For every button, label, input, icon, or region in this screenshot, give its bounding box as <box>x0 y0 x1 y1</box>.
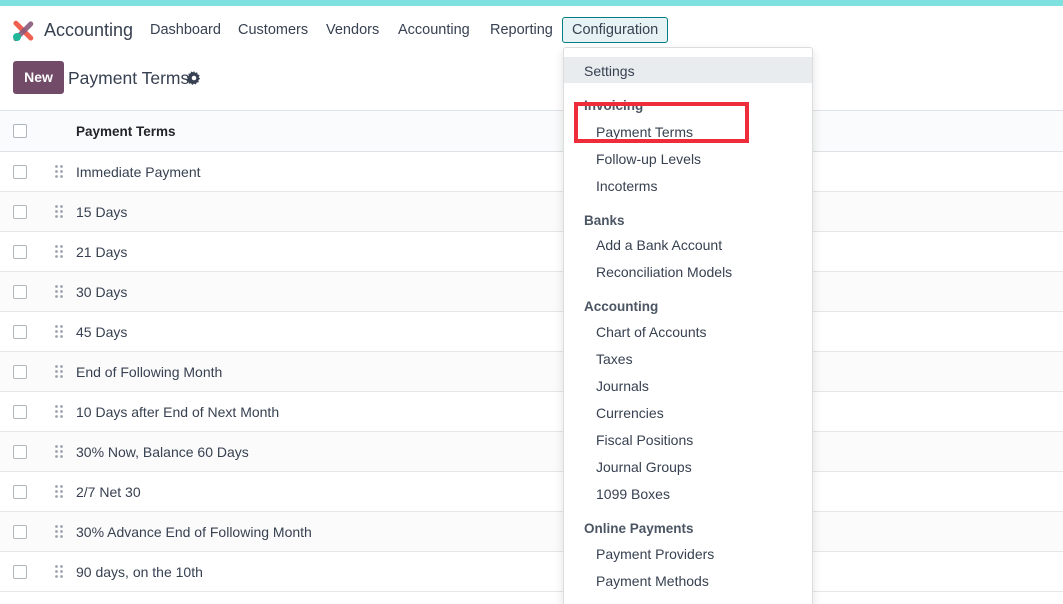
table-row[interactable]: 30 Days <box>0 272 1063 312</box>
nav-dashboard[interactable]: Dashboard <box>150 22 221 38</box>
drag-handle-icon[interactable] <box>55 205 64 218</box>
table-row[interactable]: 10 Days after End of Next Month <box>0 392 1063 432</box>
drag-handle-icon[interactable] <box>55 165 64 178</box>
column-header-payment-terms[interactable]: Payment Terms <box>76 124 176 139</box>
drag-handle-icon[interactable] <box>55 365 64 378</box>
menu-item-fiscal-positions[interactable]: Fiscal Positions <box>596 432 693 448</box>
payment-term-name[interactable]: 10 Days after End of Next Month <box>76 404 279 420</box>
row-checkbox[interactable] <box>13 205 27 219</box>
menu-item-settings[interactable]: Settings <box>564 57 812 83</box>
nav-reporting[interactable]: Reporting <box>490 22 553 38</box>
table-row[interactable]: Immediate Payment <box>0 152 1063 192</box>
menu-item-journals[interactable]: Journals <box>596 378 649 394</box>
menu-item-follow-up-levels[interactable]: Follow-up Levels <box>596 151 701 167</box>
menu-item-reconciliation-models[interactable]: Reconciliation Models <box>596 264 732 280</box>
nav-accounting[interactable]: Accounting <box>398 22 470 38</box>
row-checkbox[interactable] <box>13 245 27 259</box>
nav-customers[interactable]: Customers <box>238 22 308 38</box>
table-header: Payment Terms <box>0 111 1063 152</box>
drag-handle-icon[interactable] <box>55 325 64 338</box>
drag-handle-icon[interactable] <box>55 485 64 498</box>
menu-item-incoterms[interactable]: Incoterms <box>596 178 657 194</box>
menu-item-journal-groups[interactable]: Journal Groups <box>596 459 692 475</box>
section-header-banks: Banks <box>584 213 625 228</box>
app-name[interactable]: Accounting <box>44 20 133 41</box>
payment-term-name[interactable]: 30% Advance End of Following Month <box>76 524 312 540</box>
gear-icon[interactable] <box>187 71 201 85</box>
row-checkbox[interactable] <box>13 325 27 339</box>
payment-term-name[interactable]: 2/7 Net 30 <box>76 484 141 500</box>
select-all-checkbox[interactable] <box>13 124 27 138</box>
row-checkbox[interactable] <box>13 285 27 299</box>
drag-handle-icon[interactable] <box>55 285 64 298</box>
control-panel: New Payment Terms <box>0 54 1063 111</box>
nav-configuration[interactable]: Configuration <box>562 17 669 43</box>
table-row[interactable]: 21 Days <box>0 232 1063 272</box>
row-checkbox[interactable] <box>13 365 27 379</box>
drag-handle-icon[interactable] <box>55 245 64 258</box>
row-checkbox[interactable] <box>13 445 27 459</box>
payment-term-name[interactable]: 15 Days <box>76 204 127 220</box>
page-title[interactable]: Payment Terms <box>68 68 189 89</box>
drag-handle-icon[interactable] <box>55 405 64 418</box>
table-row[interactable]: End of Following Month <box>0 352 1063 392</box>
payment-term-name[interactable]: 30% Now, Balance 60 Days <box>76 444 249 460</box>
row-checkbox[interactable] <box>13 405 27 419</box>
payment-term-name[interactable]: 90 days, on the 10th <box>76 564 203 580</box>
table-row[interactable]: 90 days, on the 10th <box>0 552 1063 592</box>
menu-item-1099-boxes[interactable]: 1099 Boxes <box>596 486 670 502</box>
table-row[interactable]: 2/7 Net 30 <box>0 472 1063 512</box>
drag-handle-icon[interactable] <box>55 525 64 538</box>
new-button[interactable]: New <box>13 61 64 94</box>
payment-term-name[interactable]: Immediate Payment <box>76 164 201 180</box>
nav-vendors[interactable]: Vendors <box>326 22 379 38</box>
menu-item-payment-methods[interactable]: Payment Methods <box>596 573 709 589</box>
drag-handle-icon[interactable] <box>55 565 64 578</box>
drag-handle-icon[interactable] <box>55 445 64 458</box>
payment-term-name[interactable]: 45 Days <box>76 324 127 340</box>
menu-item-taxes[interactable]: Taxes <box>596 351 633 367</box>
annotation-highlight-box <box>574 102 749 143</box>
table-row[interactable]: 45 Days <box>0 312 1063 352</box>
payment-terms-table: Payment Terms Immediate Payment 15 Days 21… <box>0 111 1063 592</box>
menu-item-currencies[interactable]: Currencies <box>596 405 664 421</box>
payment-term-name[interactable]: 30 Days <box>76 284 127 300</box>
table-row[interactable]: 30% Now, Balance 60 Days <box>0 432 1063 472</box>
row-checkbox[interactable] <box>13 165 27 179</box>
payment-term-name[interactable]: End of Following Month <box>76 364 222 380</box>
row-checkbox[interactable] <box>13 485 27 499</box>
menu-item-add-bank-account[interactable]: Add a Bank Account <box>596 237 722 253</box>
table-row[interactable]: 30% Advance End of Following Month <box>0 512 1063 552</box>
row-checkbox[interactable] <box>13 565 27 579</box>
menu-item-chart-of-accounts[interactable]: Chart of Accounts <box>596 324 707 340</box>
section-header-online-payments: Online Payments <box>584 521 694 536</box>
menu-item-settings-label: Settings <box>584 63 635 79</box>
menu-item-payment-providers[interactable]: Payment Providers <box>596 546 714 562</box>
app-logo-icon[interactable] <box>12 20 34 42</box>
payment-term-name[interactable]: 21 Days <box>76 244 127 260</box>
row-checkbox[interactable] <box>13 525 27 539</box>
table-row[interactable]: 15 Days <box>0 192 1063 232</box>
section-header-accounting: Accounting <box>584 299 659 314</box>
navbar: Accounting Dashboard Customers Vendors A… <box>0 6 1063 54</box>
